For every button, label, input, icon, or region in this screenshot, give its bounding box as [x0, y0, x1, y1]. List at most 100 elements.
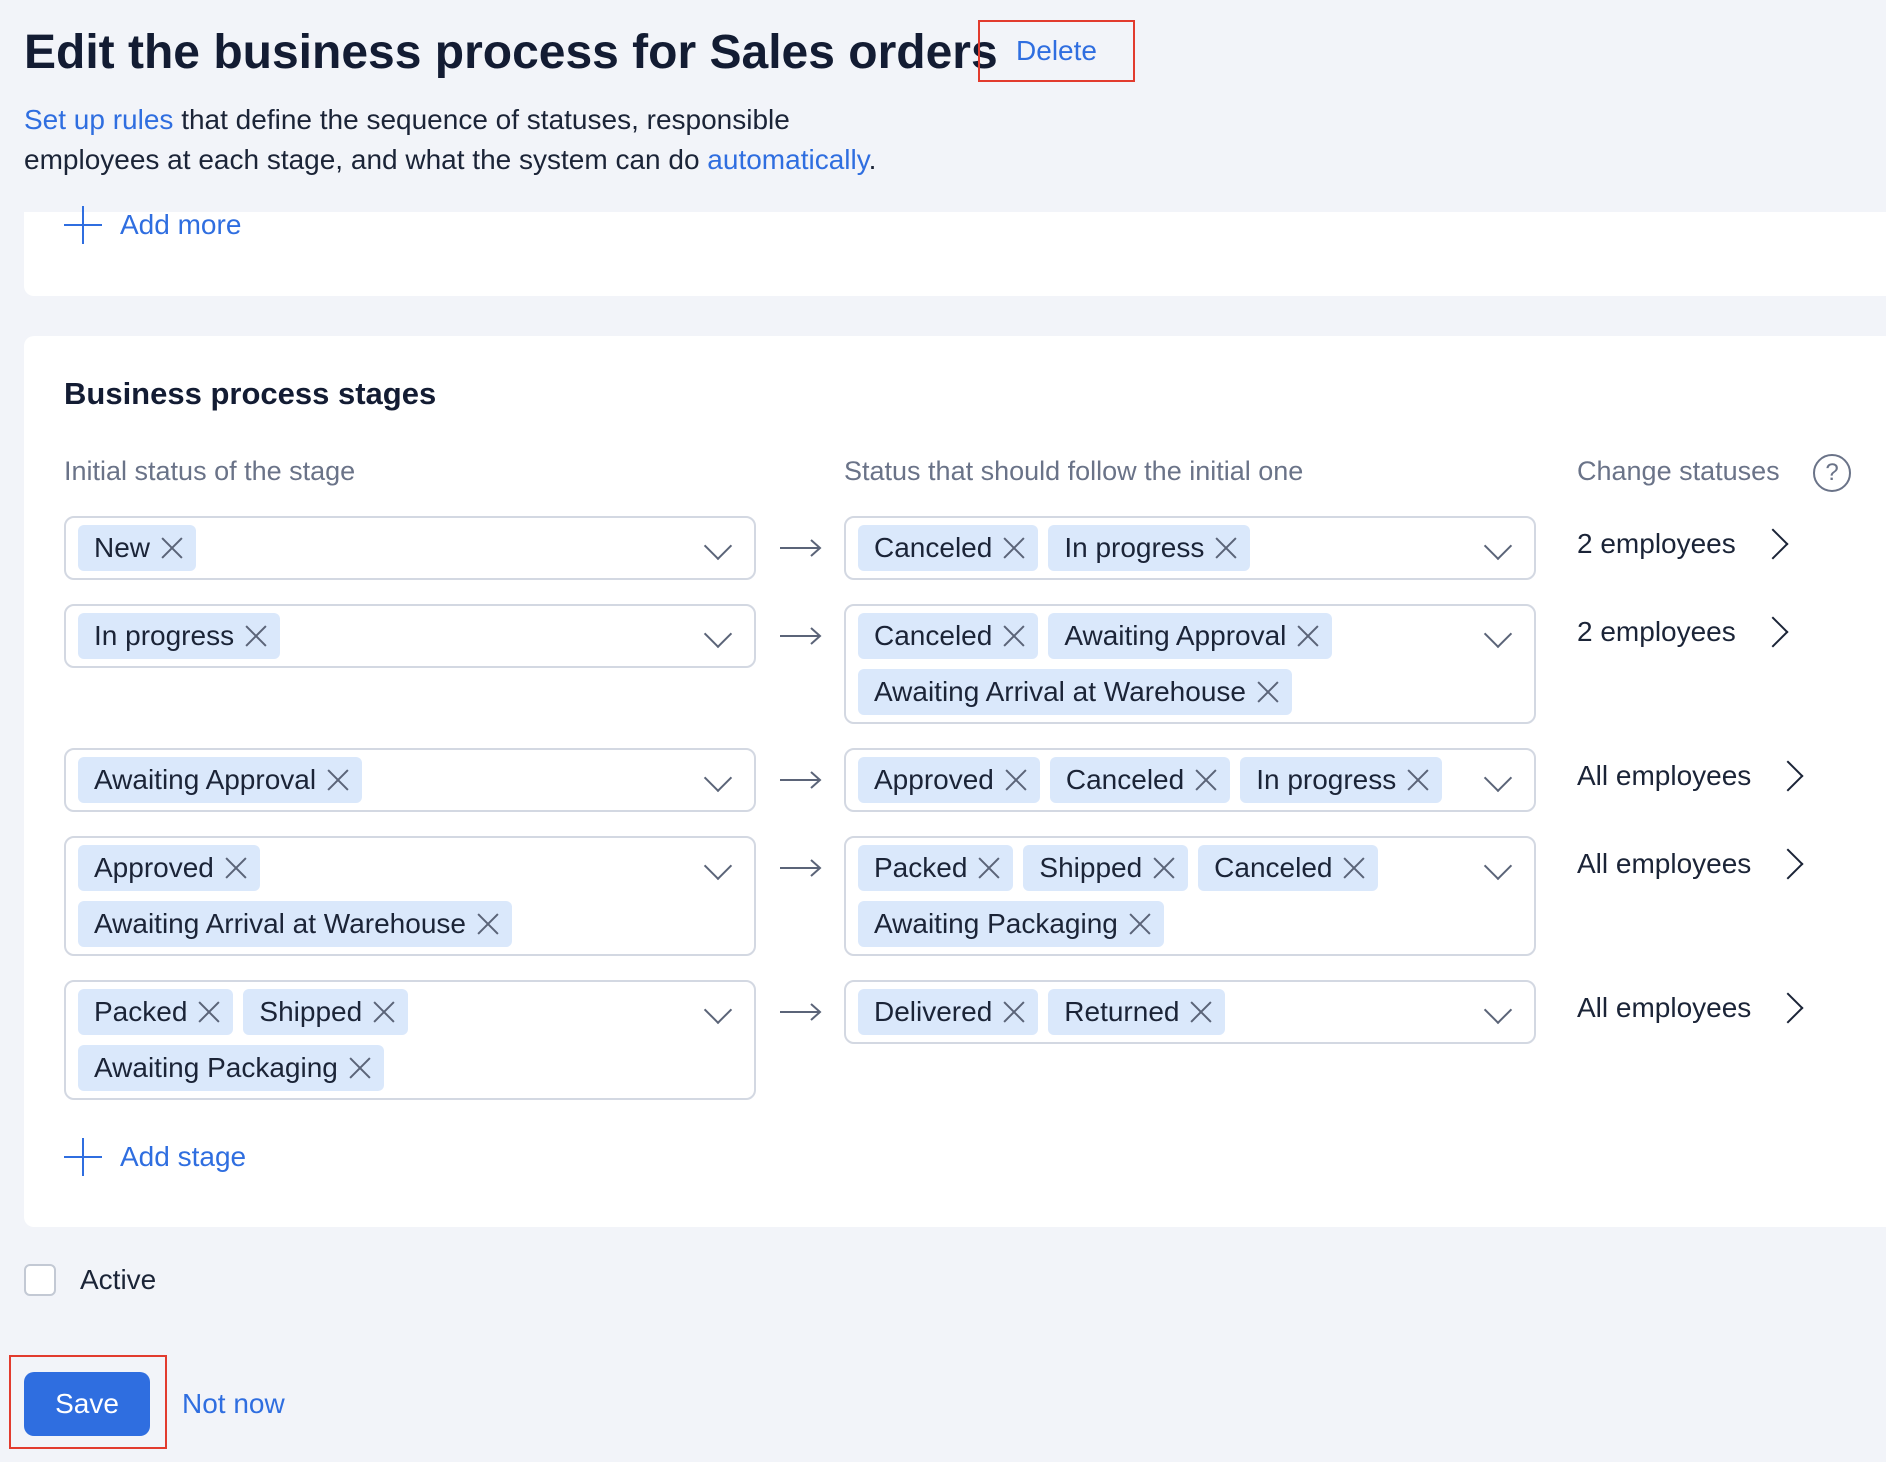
remove-icon[interactable]: [1000, 622, 1028, 650]
status-chip-approved: Approved: [78, 845, 260, 891]
next-status-select[interactable]: Canceled In progress: [844, 516, 1536, 580]
remove-icon[interactable]: [1340, 854, 1368, 882]
status-chip-label: Approved: [874, 764, 994, 795]
initial-status-select[interactable]: New: [64, 516, 756, 580]
status-chip-shipped: Shipped: [243, 989, 409, 1035]
remove-icon[interactable]: [1150, 854, 1178, 882]
remove-icon[interactable]: [346, 1054, 374, 1082]
delete-highlight-box: Delete: [978, 20, 1135, 82]
status-chip-delivered: Delivered: [858, 989, 1039, 1035]
remove-icon[interactable]: [1000, 534, 1028, 562]
remove-icon[interactable]: [222, 854, 250, 882]
chevron-down-icon[interactable]: [1483, 995, 1513, 1025]
responsible-employees-link[interactable]: All employees: [1577, 992, 1804, 1024]
status-chip-label: Shipped: [259, 996, 363, 1027]
remove-icon[interactable]: [158, 534, 186, 562]
save-button[interactable]: Save: [24, 1372, 150, 1436]
plus-icon: [64, 1138, 102, 1176]
add-stage-button[interactable]: Add stage: [64, 1138, 246, 1176]
status-chip-label: Awaiting Packaging: [874, 908, 1118, 939]
add-more-label: Add more: [120, 209, 242, 240]
remove-icon[interactable]: [1002, 766, 1030, 794]
status-chip-label: Awaiting Arrival at Warehouse: [94, 908, 466, 939]
chevron-down-icon[interactable]: [703, 531, 733, 561]
status-chip-in-progress: In progress: [1048, 525, 1251, 571]
help-icon[interactable]: ?: [1813, 454, 1851, 492]
active-label: Active: [80, 1264, 157, 1295]
remove-icon[interactable]: [1000, 998, 1028, 1026]
remove-icon[interactable]: [1126, 910, 1154, 938]
responsible-employees-link[interactable]: 2 employees: [1577, 528, 1789, 560]
employees-label: 2 employees: [1577, 528, 1736, 559]
next-status-select[interactable]: Packed Shipped Canceled Awaiting Packaging: [844, 836, 1536, 956]
status-chip-label: Returned: [1064, 996, 1180, 1027]
status-chip-canceled: Canceled: [1198, 845, 1379, 891]
chevron-down-icon[interactable]: [703, 763, 733, 793]
delete-button[interactable]: Delete: [1016, 35, 1097, 67]
remove-icon[interactable]: [242, 622, 270, 650]
status-chip-packed: Packed: [858, 845, 1014, 891]
status-chip-awaiting-arrival-at-warehouse: Awaiting Arrival at Warehouse: [78, 901, 512, 947]
responsible-employees-link[interactable]: All employees: [1577, 848, 1804, 880]
status-chip-awaiting-approval: Awaiting Approval: [78, 757, 363, 803]
status-chip-shipped: Shipped: [1023, 845, 1189, 891]
chevron-down-icon[interactable]: [703, 619, 733, 649]
previous-section-card: [24, 212, 1886, 296]
initial-status-select[interactable]: In progress: [64, 604, 756, 668]
remove-icon[interactable]: [975, 854, 1003, 882]
remove-icon[interactable]: [1212, 534, 1240, 562]
status-chip-awaiting-arrival-at-warehouse: Awaiting Arrival at Warehouse: [858, 669, 1292, 715]
status-chip-label: Packed: [94, 996, 188, 1027]
next-status-select[interactable]: Canceled Awaiting Approval Awaiting Arriva…: [844, 604, 1536, 724]
next-status-select[interactable]: Delivered Returned: [844, 980, 1536, 1044]
arrow-right-icon: [780, 771, 822, 789]
remove-icon[interactable]: [195, 998, 223, 1026]
status-chip-in-progress: In progress: [1240, 757, 1443, 803]
chevron-right-icon: [1772, 848, 1804, 880]
column-header-next: Status that should follow the initial on…: [844, 456, 1304, 486]
chevron-down-icon[interactable]: [1483, 763, 1513, 793]
remove-icon[interactable]: [1254, 678, 1282, 706]
chevron-right-icon: [1757, 616, 1789, 648]
responsible-employees-link[interactable]: 2 employees: [1577, 616, 1789, 648]
chevron-down-icon[interactable]: [703, 851, 733, 881]
responsible-employees-link[interactable]: All employees: [1577, 760, 1804, 792]
employees-label: 2 employees: [1577, 616, 1736, 647]
column-header-initial: Initial status of the stage: [64, 456, 356, 486]
status-chip-canceled: Canceled: [1049, 757, 1231, 803]
remove-icon[interactable]: [324, 766, 352, 794]
next-status-select[interactable]: Approved Canceled In progress: [844, 748, 1536, 812]
set-up-rules-link[interactable]: Set up rules: [24, 104, 173, 135]
status-chip-label: Packed: [874, 852, 968, 883]
remove-icon[interactable]: [1192, 766, 1220, 794]
status-chip-awaiting-approval: Awaiting Approval: [1048, 613, 1333, 659]
remove-icon[interactable]: [1404, 766, 1432, 794]
employees-label: All employees: [1577, 992, 1752, 1023]
chevron-down-icon[interactable]: [1483, 619, 1513, 649]
initial-status-select[interactable]: Awaiting Approval: [64, 748, 756, 812]
chevron-down-icon[interactable]: [703, 995, 733, 1025]
remove-icon[interactable]: [1294, 622, 1322, 650]
status-chip-label: In progress: [1256, 764, 1397, 795]
status-chip-label: In progress: [94, 620, 235, 651]
initial-status-select[interactable]: Approved Awaiting Arrival at Warehouse: [64, 836, 756, 956]
status-chip-label: Canceled: [1065, 764, 1185, 795]
chevron-down-icon[interactable]: [1483, 531, 1513, 561]
status-chip-label: Canceled: [874, 532, 993, 563]
active-checkbox[interactable]: [24, 1264, 56, 1296]
status-chip-label: Canceled: [1214, 852, 1333, 883]
remove-icon[interactable]: [474, 910, 502, 938]
add-stage-label: Add stage: [120, 1141, 247, 1172]
status-chip-packed: Packed: [78, 989, 234, 1035]
chevron-down-icon[interactable]: [1483, 851, 1513, 881]
remove-icon[interactable]: [370, 998, 398, 1026]
arrow-right-icon: [780, 627, 822, 645]
not-now-button[interactable]: Not now: [182, 1388, 285, 1420]
remove-icon[interactable]: [1187, 998, 1215, 1026]
employees-label: All employees: [1577, 760, 1752, 791]
status-chip-canceled: Canceled: [858, 525, 1039, 571]
automatically-link[interactable]: automatically: [707, 144, 868, 175]
add-more-button[interactable]: Add more: [64, 206, 241, 244]
column-header-change-statuses: Change statuses: [1577, 456, 1780, 486]
initial-status-select[interactable]: Packed Shipped Awaiting Packaging: [64, 980, 756, 1100]
